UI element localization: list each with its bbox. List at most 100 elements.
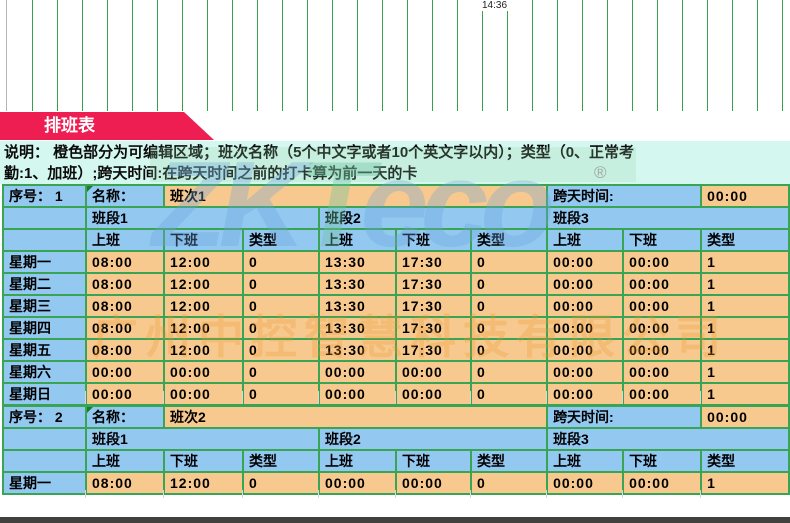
table-row: 星期三 08:00 12:00 0 13:30 17:30 0 00:00 00… bbox=[3, 295, 789, 317]
shift-cell[interactable]: 13:30 bbox=[319, 295, 396, 317]
shift-cell[interactable]: 17:30 bbox=[396, 251, 471, 273]
segment-header-cell: 班段3 bbox=[547, 428, 789, 450]
shift-cell[interactable]: 1 bbox=[701, 251, 789, 273]
shift-cell[interactable]: 08:00 bbox=[86, 251, 164, 273]
shift-cell[interactable]: 0 bbox=[243, 361, 319, 383]
table-row: 星期五 08:00 12:00 0 13:30 17:30 0 00:00 00… bbox=[3, 339, 789, 361]
shift-cell[interactable]: 12:00 bbox=[164, 295, 243, 317]
day-label-cell: 星期一 bbox=[3, 251, 86, 273]
shift-cell[interactable]: 08:00 bbox=[86, 295, 164, 317]
shift-name-cell[interactable]: 班次2 bbox=[164, 406, 547, 428]
shift-cell[interactable]: 0 bbox=[471, 361, 547, 383]
name-label-cell: 名称： bbox=[86, 185, 164, 207]
shift-cell[interactable]: 17:30 bbox=[396, 339, 471, 361]
shift-cell[interactable]: 00:00 bbox=[623, 317, 701, 339]
shift-cell[interactable]: 00:00 bbox=[396, 361, 471, 383]
shift-cell[interactable]: 0 bbox=[243, 251, 319, 273]
note-line-2: 勤:1、加班）;跨天时间:在跨天时间之前的打卡算为前一天的卡 bbox=[4, 163, 790, 184]
bottom-bar bbox=[0, 517, 790, 523]
shift-cell[interactable]: 0 bbox=[471, 295, 547, 317]
shift-table-2: 序号： 2 名称： 班次2 跨天时间: 00:00 班段1 班段2 班段3 上班… bbox=[2, 405, 790, 495]
shift-cell[interactable]: 00:00 bbox=[623, 273, 701, 295]
shift-cell[interactable]: 0 bbox=[471, 317, 547, 339]
shift-cell[interactable]: 00:00 bbox=[164, 361, 243, 383]
shift-cell[interactable]: 00:00 bbox=[623, 339, 701, 361]
column-header-cell: 类型 bbox=[243, 450, 319, 472]
shift-cell[interactable]: 13:30 bbox=[319, 273, 396, 295]
schedule-report-page: 14:36 排班表 说明： 橙色部分为可编辑区域；班次名称（5个中文字或者10个… bbox=[0, 0, 790, 523]
shift-cell[interactable]: 00:00 bbox=[547, 273, 623, 295]
shift-cell[interactable]: 00:00 bbox=[547, 361, 623, 383]
shift-cell[interactable]: 1 bbox=[701, 273, 789, 295]
column-header-cell: 下班 bbox=[623, 450, 701, 472]
shift-cell[interactable]: 12:00 bbox=[164, 251, 243, 273]
shift-cell[interactable]: 00:00 bbox=[623, 295, 701, 317]
cross-day-time-cell[interactable]: 00:00 bbox=[701, 406, 789, 428]
note-line-1: 说明： 橙色部分为可编辑区域；班次名称（5个中文字或者10个英文字以内）；类型（… bbox=[4, 142, 790, 163]
column-header-cell: 类型 bbox=[471, 229, 547, 251]
spreadsheet-grid-area: 14:36 bbox=[0, 0, 790, 111]
table-row: 星期六 00:00 00:00 0 00:00 00:00 0 00:00 00… bbox=[3, 361, 789, 383]
shift-cell[interactable]: 08:00 bbox=[86, 317, 164, 339]
table-row: 序号： 1 名称： 班次1 跨天时间: 00:00 bbox=[3, 185, 789, 207]
day-label-cell: 星期五 bbox=[3, 339, 86, 361]
shift-cell[interactable]: 08:00 bbox=[86, 339, 164, 361]
shift-cell[interactable]: 0 bbox=[471, 273, 547, 295]
shift-cell[interactable]: 1 bbox=[701, 295, 789, 317]
segment-header-cell: 班段2 bbox=[319, 207, 547, 229]
instruction-note: 说明： 橙色部分为可编辑区域；班次名称（5个中文字或者10个英文字以内）；类型（… bbox=[0, 141, 790, 184]
column-header-cell: 上班 bbox=[319, 450, 396, 472]
schedule-banner: 排班表 bbox=[0, 112, 214, 140]
column-header-cell: 上班 bbox=[86, 229, 164, 251]
shift-cell[interactable]: 12:00 bbox=[164, 317, 243, 339]
day-label-cell: 星期四 bbox=[3, 317, 86, 339]
shift-cell[interactable]: 00:00 bbox=[623, 251, 701, 273]
grid-gap bbox=[0, 490, 790, 498]
column-header-cell: 下班 bbox=[396, 229, 471, 251]
shift-cell[interactable]: 00:00 bbox=[623, 361, 701, 383]
column-header-cell: 上班 bbox=[547, 450, 623, 472]
segment-header-cell: 班段3 bbox=[547, 207, 789, 229]
shift-cell[interactable]: 1 bbox=[701, 317, 789, 339]
shift-cell[interactable]: 0 bbox=[243, 339, 319, 361]
column-header-cell: 类型 bbox=[243, 229, 319, 251]
shift-cell[interactable]: 00:00 bbox=[319, 361, 396, 383]
serial-cell: 序号： 2 bbox=[3, 406, 86, 428]
shift-cell[interactable]: 00:00 bbox=[547, 295, 623, 317]
shift-cell[interactable]: 00:00 bbox=[547, 317, 623, 339]
shift-cell[interactable]: 17:30 bbox=[396, 273, 471, 295]
column-header-cell: 类型 bbox=[701, 450, 789, 472]
empty-cell bbox=[3, 207, 86, 229]
grid-gap bbox=[0, 391, 790, 404]
shift-cell[interactable]: 0 bbox=[243, 295, 319, 317]
column-header-cell: 下班 bbox=[164, 229, 243, 251]
name-label-cell: 名称： bbox=[86, 406, 164, 428]
table-row: 班段1 班段2 班段3 bbox=[3, 428, 789, 450]
shift-cell[interactable]: 0 bbox=[243, 273, 319, 295]
shift-cell[interactable]: 13:30 bbox=[319, 251, 396, 273]
shift-cell[interactable]: 1 bbox=[701, 339, 789, 361]
shift-cell[interactable]: 0 bbox=[471, 339, 547, 361]
clock-label: 14:36 bbox=[480, 0, 509, 11]
table-row: 序号： 2 名称： 班次2 跨天时间: 00:00 bbox=[3, 406, 789, 428]
shift-cell[interactable]: 17:30 bbox=[396, 295, 471, 317]
shift-cell[interactable]: 00:00 bbox=[547, 251, 623, 273]
shift-cell[interactable]: 13:30 bbox=[319, 317, 396, 339]
shift-cell[interactable]: 00:00 bbox=[86, 361, 164, 383]
column-header-cell: 类型 bbox=[471, 450, 547, 472]
shift-cell[interactable]: 1 bbox=[701, 361, 789, 383]
shift-cell[interactable]: 13:30 bbox=[319, 339, 396, 361]
shift-cell[interactable]: 0 bbox=[243, 317, 319, 339]
shift-name-cell[interactable]: 班次1 bbox=[164, 185, 547, 207]
column-header-cell: 下班 bbox=[623, 229, 701, 251]
shift-cell[interactable]: 12:00 bbox=[164, 273, 243, 295]
day-label-cell: 星期二 bbox=[3, 273, 86, 295]
shift-cell[interactable]: 00:00 bbox=[547, 339, 623, 361]
column-header-cell: 上班 bbox=[319, 229, 396, 251]
shift-cell[interactable]: 08:00 bbox=[86, 273, 164, 295]
cross-day-time-cell[interactable]: 00:00 bbox=[701, 185, 789, 207]
table-row: 星期四 08:00 12:00 0 13:30 17:30 0 00:00 00… bbox=[3, 317, 789, 339]
shift-cell[interactable]: 12:00 bbox=[164, 339, 243, 361]
shift-cell[interactable]: 17:30 bbox=[396, 317, 471, 339]
shift-cell[interactable]: 0 bbox=[471, 251, 547, 273]
